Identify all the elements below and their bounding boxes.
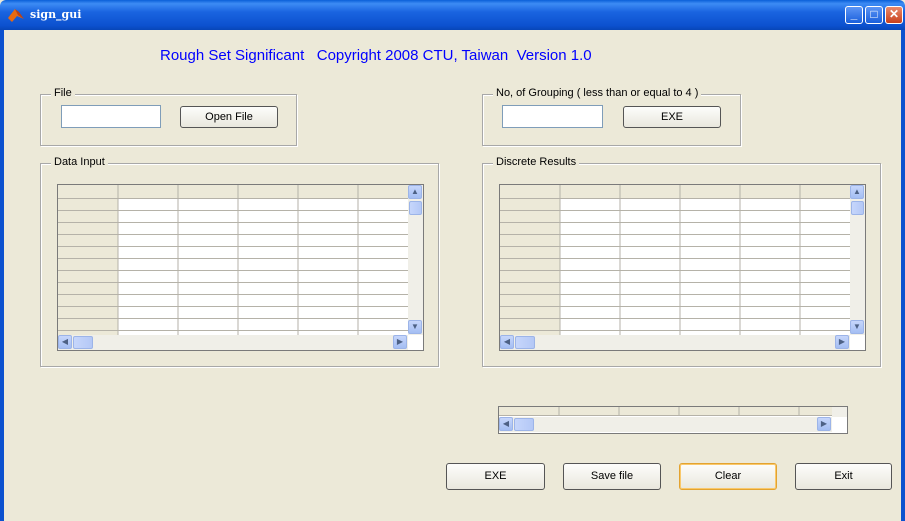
discrete-results-groupbox: Discrete Results ▲ ▼ ◀ ▶ <box>482 156 881 367</box>
scroll-up-icon[interactable]: ▲ <box>408 185 422 199</box>
data-input-vertical-scrollbar[interactable]: ▲ ▼ <box>408 185 423 335</box>
scroll-down-icon[interactable]: ▼ <box>850 320 864 334</box>
minimize-button[interactable]: _ <box>845 6 863 24</box>
scroll-left-icon[interactable]: ◀ <box>500 335 514 349</box>
maximize-button[interactable]: □ <box>865 6 883 24</box>
grouping-exe-button[interactable]: EXE <box>623 106 721 128</box>
scroll-right-icon[interactable]: ▶ <box>835 335 849 349</box>
file-groupbox: File Open File <box>40 87 297 146</box>
horizontal-scroll-thumb[interactable] <box>515 336 535 349</box>
horizontal-scroll-thumb[interactable] <box>514 418 534 431</box>
scroll-down-icon[interactable]: ▼ <box>408 320 422 334</box>
discrete-results-table[interactable]: ▲ ▼ ◀ ▶ <box>499 184 866 351</box>
data-input-grid <box>58 185 423 350</box>
file-path-input[interactable] <box>61 105 161 128</box>
exit-button[interactable]: Exit <box>795 463 892 490</box>
results-vertical-scrollbar[interactable]: ▲ ▼ <box>850 185 865 335</box>
horizontal-scroll-thumb[interactable] <box>73 336 93 349</box>
scroll-right-icon[interactable]: ▶ <box>817 417 831 431</box>
results-horizontal-scrollbar[interactable]: ◀ ▶ <box>500 335 850 350</box>
scroll-up-icon[interactable]: ▲ <box>850 185 864 199</box>
grouping-count-input[interactable] <box>502 105 603 128</box>
summary-horizontal-scrollbar[interactable]: ◀ ▶ <box>499 417 832 432</box>
data-input-horizontal-scrollbar[interactable]: ◀ ▶ <box>58 335 408 350</box>
grouping-group-label: No, of Grouping ( less than or equal to … <box>493 87 702 99</box>
discrete-results-label: Discrete Results <box>493 156 580 168</box>
close-button[interactable]: ✕ <box>885 6 903 24</box>
maximize-icon: □ <box>870 7 878 21</box>
data-input-groupbox: Data Input ▲ ▼ ◀ ▶ <box>40 156 439 367</box>
summary-table[interactable]: ◀ ▶ <box>498 406 848 434</box>
minimize-icon: _ <box>850 7 858 21</box>
application-window: sign_gui _ □ ✕ Rough Set Significant Cop… <box>0 0 905 521</box>
scroll-right-icon[interactable]: ▶ <box>393 335 407 349</box>
vertical-scroll-thumb[interactable] <box>851 201 864 215</box>
scroll-left-icon[interactable]: ◀ <box>499 417 513 431</box>
page-title: Rough Set Significant Copyright 2008 CTU… <box>160 47 592 64</box>
summary-vertical-scrollbar[interactable] <box>832 407 847 417</box>
window-frame-right <box>901 30 905 521</box>
discrete-results-grid <box>500 185 865 350</box>
grouping-groupbox: No, of Grouping ( less than or equal to … <box>482 87 741 146</box>
data-input-label: Data Input <box>51 156 108 168</box>
open-file-button[interactable]: Open File <box>180 106 278 128</box>
file-group-label: File <box>51 87 75 99</box>
clear-button[interactable]: Clear <box>679 463 777 490</box>
title-bar[interactable]: sign_gui _ □ ✕ <box>0 0 905 30</box>
vertical-scroll-thumb[interactable] <box>409 201 422 215</box>
close-icon: ✕ <box>888 7 900 21</box>
scroll-left-icon[interactable]: ◀ <box>58 335 72 349</box>
save-file-button[interactable]: Save file <box>563 463 661 490</box>
window-title: sign_gui <box>30 8 82 21</box>
matlab-logo-icon <box>8 9 24 22</box>
exe-button[interactable]: EXE <box>446 463 545 490</box>
window-frame-left <box>0 30 4 521</box>
data-input-table[interactable]: ▲ ▼ ◀ ▶ <box>57 184 424 351</box>
